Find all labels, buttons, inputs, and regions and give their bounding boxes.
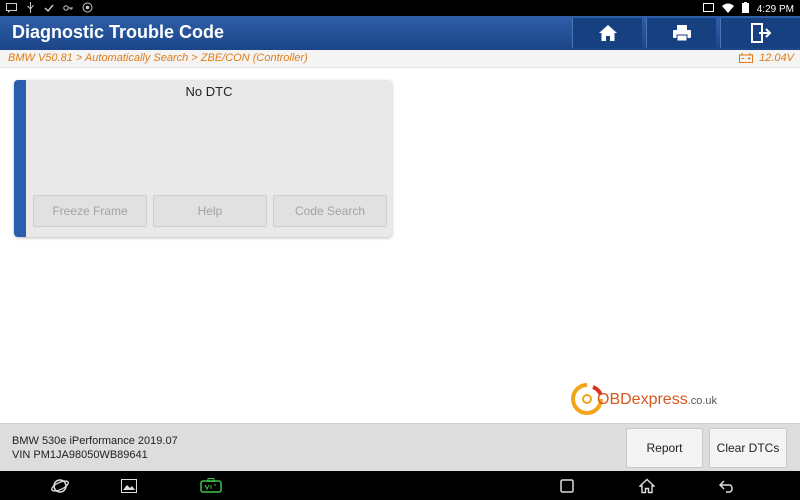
vci-icon <box>200 478 222 493</box>
home-icon <box>639 478 655 494</box>
status-bar: 4:29 PM <box>0 0 800 16</box>
clear-dtcs-button[interactable]: Clear DTCs <box>709 428 787 468</box>
status-right-icons: 4:29 PM <box>702 2 794 17</box>
status-left-icons <box>6 2 93 17</box>
print-button[interactable] <box>646 18 716 48</box>
dtc-message: No DTC <box>185 84 233 99</box>
exit-icon <box>750 23 771 43</box>
gallery-button[interactable] <box>120 477 138 495</box>
car-battery-icon <box>739 53 754 63</box>
freeze-frame-button[interactable]: Freeze Frame <box>33 195 147 227</box>
gallery-icon <box>121 479 137 493</box>
watermark-text: OBDexpress.co.uk <box>597 391 717 409</box>
help-button[interactable]: Help <box>153 195 267 227</box>
breadcrumb: BMW V50.81 > Automatically Search > ZBE/… <box>8 52 308 64</box>
screen-cast-icon <box>702 3 714 16</box>
obdexpress-watermark: OBDexpress.co.uk <box>571 381 721 417</box>
browser-button[interactable] <box>51 477 69 495</box>
battery-voltage: 12.04V <box>739 52 794 64</box>
home-button[interactable] <box>572 18 642 48</box>
usb-icon <box>26 2 35 17</box>
status-time: 4:29 PM <box>756 3 794 15</box>
code-search-button[interactable]: Code Search <box>273 195 387 227</box>
wifi-icon <box>721 3 734 17</box>
nav-home-button[interactable] <box>638 477 656 495</box>
vehicle-info: BMW 530e iPerformance 2019.07 VIN PM1JA9… <box>12 434 178 462</box>
watermark-brand: OBDexpress <box>597 391 688 408</box>
vpn-icon <box>63 3 73 17</box>
message-icon <box>6 2 17 17</box>
battery-icon <box>741 2 749 17</box>
browser-icon <box>51 479 69 493</box>
report-button[interactable]: Report <box>626 428 703 468</box>
card-accent <box>14 80 26 237</box>
page-title: Diagnostic Trouble Code <box>12 22 225 42</box>
voltage-value: 12.04V <box>759 52 794 64</box>
back-button[interactable] <box>718 477 736 495</box>
vehicle-model: BMW 530e iPerformance 2019.07 <box>12 435 178 447</box>
vehicle-vin: VIN PM1JA98050WB89641 <box>12 449 148 461</box>
print-icon <box>672 25 691 42</box>
android-nav-bar <box>0 471 800 500</box>
watermark-suffix: .co.uk <box>687 395 718 407</box>
recents-icon <box>560 479 574 493</box>
check-icon <box>44 3 54 17</box>
app-header: Diagnostic Trouble Code <box>0 16 800 50</box>
exit-button[interactable] <box>720 18 800 48</box>
recents-button[interactable] <box>558 477 576 495</box>
back-icon <box>719 480 733 493</box>
vci-button[interactable] <box>200 477 222 495</box>
vehicle-info-bar: BMW 530e iPerformance 2019.07 VIN PM1JA9… <box>0 423 800 471</box>
breadcrumb-bar: BMW V50.81 > Automatically Search > ZBE/… <box>0 50 800 68</box>
home-icon <box>598 25 617 41</box>
dtc-card: No DTC Freeze Frame Help Code Search <box>14 80 392 237</box>
settings-icon <box>82 2 93 17</box>
